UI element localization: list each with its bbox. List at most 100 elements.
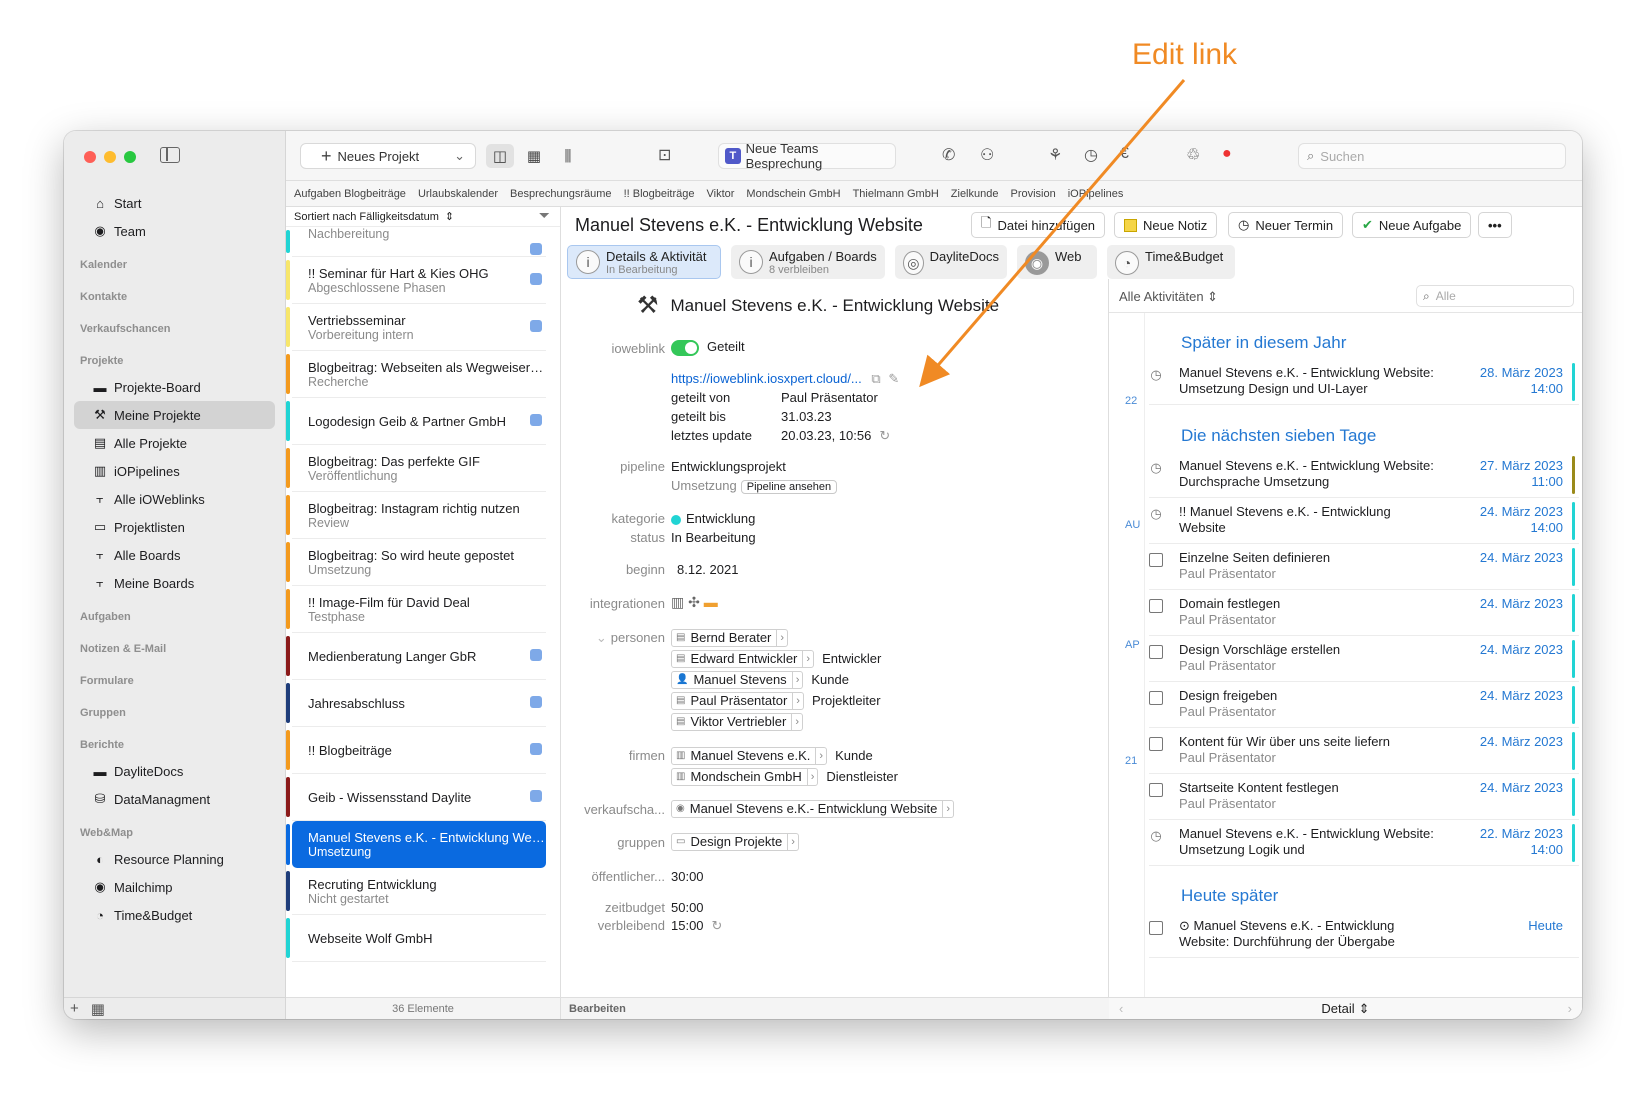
split-view-icon[interactable]: ◫ — [486, 144, 514, 168]
opportunity-chip[interactable]: ◉ Manuel Stevens e.K.- Entwicklung Websit… — [671, 799, 955, 818]
appointment-row[interactable]: ◷ Manuel Stevens e.K. - Entwicklung Websi… — [1149, 359, 1579, 405]
project-row[interactable]: Blogbeitrag: Instagram richtig nutzen Rev… — [286, 492, 546, 539]
task-row[interactable]: Kontent für Wir über uns seite liefern Pa… — [1149, 728, 1579, 774]
sidebar-section-notizen[interactable]: Notizen & E-Mail — [64, 629, 285, 661]
board-integration-icon[interactable]: ▥ — [671, 594, 684, 610]
favorite-link[interactable]: Zielkunde — [951, 188, 999, 200]
favorite-link[interactable]: !! Blogbeiträge — [624, 188, 695, 200]
chevron-right-icon[interactable]: › — [776, 628, 787, 647]
project-row[interactable]: Blogbeitrag: Webseiten als Wegweiser d..… — [286, 351, 546, 398]
task-checkbox[interactable] — [1149, 783, 1163, 797]
project-row[interactable]: Recruting Entwicklung Nicht gestartet — [286, 868, 546, 915]
chevron-right-icon[interactable]: › — [942, 799, 953, 818]
bell-icon[interactable]: ● — [1222, 145, 1232, 163]
folder-icon[interactable]: ▬ — [704, 594, 718, 610]
appointment-row[interactable]: ◷ Manuel Stevens e.K. - Entwicklung Websi… — [1149, 452, 1579, 498]
project-row[interactable]: Blogbeitrag: Das perfekte GIF Veröffentli… — [286, 445, 546, 492]
sidebar-item-webmap-0[interactable]: ◐ Resource Planning — [64, 845, 285, 873]
favorite-link[interactable]: Besprechungsräume — [510, 188, 612, 200]
sidebar-section-gruppen[interactable]: Gruppen — [64, 693, 285, 725]
tab-details[interactable]: i Details & Aktivität In Bearbeitung — [567, 245, 721, 279]
copy-icon[interactable]: ⧉ — [871, 371, 880, 386]
task-row[interactable]: Domain festlegen Paul Präsentator 24. März… — [1149, 590, 1579, 636]
chevron-right-icon[interactable]: › — [802, 649, 813, 668]
favorite-link[interactable]: Thielmann GmbH — [853, 188, 939, 200]
project-row[interactable]: Vertriebsseminar Vorbereitung intern — [286, 304, 546, 351]
sidebar-item-projekte-2[interactable]: ▤ Alle Projekte — [64, 429, 285, 457]
tab-time-budget[interactable]: ◔ Time&Budget — [1107, 245, 1235, 279]
task-checkbox[interactable] — [1149, 553, 1163, 567]
chevron-left-icon[interactable]: ‹ — [1119, 1001, 1123, 1016]
view-pipeline-button[interactable]: Pipeline ansehen — [740, 480, 838, 494]
board-view-icon[interactable]: ⫼ — [554, 144, 582, 168]
search-field[interactable]: ⌕ Suchen — [1298, 143, 1566, 169]
sidebar-item-berichte-0[interactable]: ▬ DayliteDocs — [64, 757, 285, 785]
zoom-window-button[interactable] — [124, 151, 136, 163]
new-note-button[interactable]: Neue Notiz — [1114, 212, 1218, 238]
project-row[interactable]: !! Image-Film für David Deal Testphase — [286, 586, 546, 633]
task-checkbox[interactable] — [1149, 737, 1163, 751]
chevron-right-icon[interactable]: › — [792, 691, 803, 710]
sidebar-item-start[interactable]: ⌂ Start — [64, 189, 285, 217]
chevron-right-icon[interactable]: › — [815, 746, 826, 765]
close-window-button[interactable] — [84, 151, 96, 163]
new-task-button[interactable]: ✔ Neue Aufgabe — [1352, 212, 1472, 238]
task-row[interactable]: Startseite Kontent festlegen Paul Präsent… — [1149, 774, 1579, 820]
sidebar-item-webmap-1[interactable]: ◉ Mailchimp — [64, 873, 285, 901]
sidebar-section-formulare[interactable]: Formulare — [64, 661, 285, 693]
chevron-right-icon[interactable]: › — [787, 832, 798, 851]
filter-icon[interactable]: ⏷ — [539, 207, 550, 224]
teams-meeting-button[interactable]: T Neue Teams Besprechung — [718, 141, 896, 171]
minimize-window-button[interactable] — [104, 151, 116, 163]
activity-filter[interactable]: Alle Aktivitäten ⇕ — [1119, 289, 1218, 305]
favorite-link[interactable]: Aufgaben Blogbeiträge — [294, 188, 406, 200]
contact-chip[interactable]: ▤ Edward Entwickler › — [671, 649, 815, 668]
refresh-icon[interactable]: ↻ — [879, 428, 890, 443]
project-row[interactable]: Nachbereitung — [286, 227, 546, 257]
chevron-right-icon[interactable]: › — [806, 767, 818, 786]
project-row[interactable]: Geib - Wissensstand Daylite — [286, 774, 546, 821]
contact-chip[interactable]: ▤ Viktor Vertriebler › — [671, 712, 803, 731]
sidebar-item-berichte-1[interactable]: ⛁ DataManagment — [64, 785, 285, 813]
favorite-link[interactable]: Mondschein GmbH — [746, 188, 840, 200]
ioweblink-icon[interactable]: ⊡ — [658, 145, 671, 165]
task-row[interactable]: Design freigeben Paul Präsentator 24. März… — [1149, 682, 1579, 728]
new-project-button[interactable]: + Neues Projekt ⌄ — [300, 143, 476, 169]
sidebar-section-aufgaben[interactable]: Aufgaben — [64, 597, 285, 629]
favorite-link[interactable]: Urlaubskalender — [418, 188, 498, 200]
slack-icon[interactable]: ✣ — [688, 594, 700, 610]
notification-settings-icon[interactable]: ♲ — [1186, 145, 1200, 165]
sidebar-item-projekte-7[interactable]: ⫟ Meine Boards — [64, 569, 285, 597]
sidebar-item-projekte-4[interactable]: ⫟ Alle iOWeblinks — [64, 485, 285, 513]
chevron-right-icon[interactable]: › — [791, 670, 803, 689]
edit-footer-button[interactable]: Bearbeiten — [561, 997, 1109, 1019]
task-checkbox[interactable] — [1149, 645, 1163, 659]
phone-icon[interactable]: ✆ — [942, 145, 955, 165]
sidebar-item-team[interactable]: ◉ Team — [64, 217, 285, 245]
group-chip[interactable]: ▭ Design Projekte › — [671, 832, 799, 851]
sidebar-section-kalender[interactable]: Kalender — [64, 245, 285, 277]
favorite-link[interactable]: Provision — [1010, 188, 1055, 200]
project-row[interactable]: Medienberatung Langer GbR — [286, 633, 546, 680]
sidebar-section-projekte[interactable]: Projekte — [64, 341, 285, 373]
appointment-row[interactable]: ◷ Manuel Stevens e.K. - Entwicklung Websi… — [1149, 820, 1579, 866]
table-view-icon[interactable]: ▦ — [520, 144, 548, 168]
chevron-right-icon[interactable]: › — [791, 712, 802, 731]
contact-chip[interactable]: ▤ Paul Präsentator › — [671, 691, 804, 710]
sidebar-section-verkaufschancen[interactable]: Verkaufschancen — [64, 309, 285, 341]
appointment-row[interactable]: ◷ !! Manuel Stevens e.K. - Entwicklung We… — [1149, 498, 1579, 544]
pipeline-icon[interactable]: ⚘ — [1048, 145, 1062, 165]
task-checkbox[interactable] — [1149, 921, 1163, 935]
sidebar-item-projekte-1[interactable]: ⚒ Meine Projekte — [74, 401, 275, 429]
task-row[interactable]: Einzelne Seiten definieren Paul Präsentat… — [1149, 544, 1579, 590]
sort-selector[interactable]: Sortiert nach Fälligkeitsdatum ⇕ ⏷ — [286, 207, 560, 227]
add-icon[interactable]: + — [70, 1000, 79, 1017]
task-row[interactable]: ⊙ Manuel Stevens e.K. - Entwicklung Webs… — [1149, 912, 1579, 958]
ioweblink-toggle-row[interactable]: Geteilt — [671, 339, 745, 356]
sidebar-section-berichte[interactable]: Berichte — [64, 725, 285, 757]
calendar-icon[interactable]: ▦ — [91, 1000, 105, 1018]
activity-detail-selector[interactable]: ‹ Detail ⇕ › — [1109, 997, 1582, 1019]
task-checkbox[interactable] — [1149, 691, 1163, 705]
sidebar-section-webmap[interactable]: Web&Map — [64, 813, 285, 845]
project-row[interactable]: Logodesign Geib & Partner GmbH — [286, 398, 546, 445]
